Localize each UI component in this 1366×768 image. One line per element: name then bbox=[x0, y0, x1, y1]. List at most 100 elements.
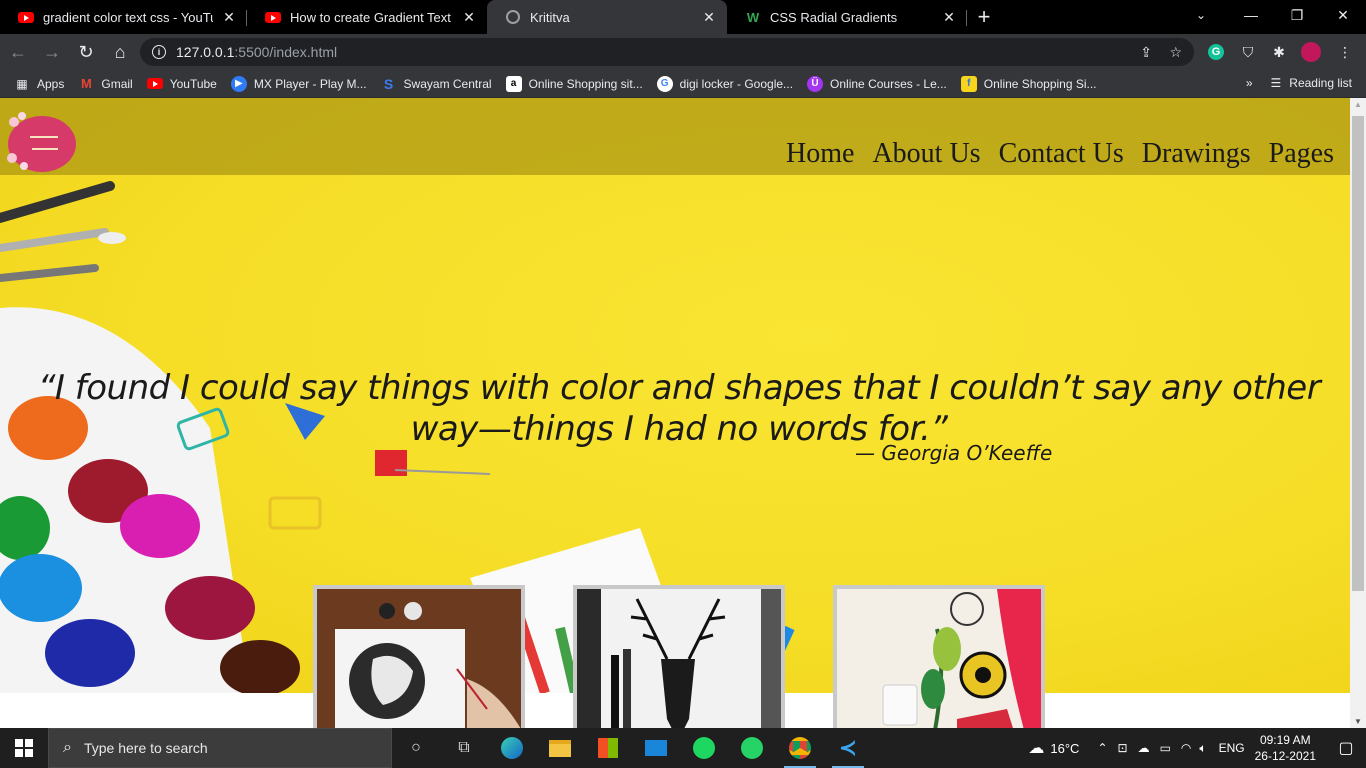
mx-player-icon: ▶ bbox=[230, 75, 247, 92]
shield-extension-icon[interactable]: ⛉ bbox=[1238, 42, 1258, 62]
drawing-card-hanuman[interactable] bbox=[313, 585, 525, 728]
meet-now-icon[interactable]: ⊡ bbox=[1118, 741, 1128, 755]
tab-search-icon[interactable]: ⌄ bbox=[1184, 0, 1218, 30]
bookmark-mx-player[interactable]: ▶ MX Player - Play M... bbox=[230, 75, 367, 92]
reading-list-label[interactable]: Reading list bbox=[1289, 76, 1352, 90]
notification-center-icon[interactable]: ▢ bbox=[1326, 738, 1366, 758]
url-text[interactable]: 127.0.0.1:5500/index.html bbox=[176, 44, 337, 60]
drawing-card-deer[interactable] bbox=[573, 585, 785, 728]
bookmark-apps[interactable]: ▦ Apps bbox=[14, 76, 64, 92]
maximize-button[interactable]: ❐ bbox=[1274, 0, 1320, 30]
tab-title: CSS Radial Gradients bbox=[770, 9, 898, 25]
w3schools-icon: W bbox=[746, 9, 760, 25]
youtube-icon bbox=[265, 9, 281, 25]
bookmark-gmail[interactable]: M Gmail bbox=[78, 76, 133, 92]
gmail-icon: M bbox=[80, 76, 92, 91]
chrome-icon[interactable] bbox=[776, 728, 824, 768]
bookmark-amazon[interactable]: a Online Shopping sit... bbox=[505, 75, 643, 92]
more-bookmarks-icon[interactable]: » bbox=[1246, 76, 1253, 90]
nav-contact-us[interactable]: Contact Us bbox=[999, 138, 1124, 170]
nav-home[interactable]: Home bbox=[786, 138, 854, 170]
task-view-icon[interactable]: ⧉ bbox=[440, 728, 488, 768]
home-button[interactable]: ⌂ bbox=[104, 36, 136, 68]
close-tab-icon[interactable]: ✕ bbox=[461, 9, 477, 25]
share-icon[interactable]: ⇪ bbox=[1140, 44, 1152, 61]
reload-button[interactable]: ↻ bbox=[70, 36, 102, 68]
close-tab-icon[interactable]: ✕ bbox=[701, 9, 717, 25]
nav-pages[interactable]: Pages bbox=[1269, 138, 1334, 170]
weather-temperature[interactable]: 16°C bbox=[1050, 741, 1079, 756]
wifi-icon[interactable]: ◠ bbox=[1181, 741, 1191, 755]
taskbar-search[interactable]: ⌕ Type here to search bbox=[48, 728, 392, 768]
krititva-logo[interactable] bbox=[4, 108, 76, 174]
bookmark-udemy[interactable]: Ü Online Courses - Le... bbox=[807, 75, 947, 92]
windows-taskbar: ⌕ Type here to search ○ ⧉ ≺ ☁ 16°C ⌃ ⊡ ☁… bbox=[0, 728, 1366, 768]
vscode-icon[interactable]: ≺ bbox=[824, 728, 872, 768]
udemy-icon: Ü bbox=[807, 75, 824, 92]
close-window-button[interactable]: ✕ bbox=[1320, 0, 1366, 30]
scroll-down-arrow-icon[interactable]: ▼ bbox=[1354, 717, 1362, 726]
close-tab-icon[interactable]: ✕ bbox=[941, 9, 957, 25]
bookmark-swayam[interactable]: S Swayam Central bbox=[381, 76, 492, 92]
globe-icon bbox=[505, 9, 521, 25]
clock-time: 09:19 AM bbox=[1259, 733, 1311, 747]
nav-drawings[interactable]: Drawings bbox=[1142, 138, 1251, 170]
profile-avatar[interactable] bbox=[1301, 42, 1321, 62]
youtube-icon bbox=[146, 76, 163, 92]
tab-strip: gradient color text css - YouTube ✕ How … bbox=[0, 0, 1366, 34]
volume-icon[interactable]: 🔈︎ bbox=[1199, 741, 1206, 756]
window-controls: — ❐ ✕ bbox=[1228, 0, 1366, 30]
whatsapp-icon[interactable] bbox=[728, 728, 776, 768]
bookmark-digilocker[interactable]: Gdigi locker - Google... bbox=[656, 75, 793, 92]
edge-icon[interactable] bbox=[488, 728, 536, 768]
close-tab-icon[interactable]: ✕ bbox=[221, 9, 237, 25]
language-indicator[interactable]: ENG bbox=[1219, 741, 1245, 755]
swayam-icon: S bbox=[383, 75, 394, 92]
file-explorer-icon[interactable] bbox=[536, 728, 584, 768]
mail-icon[interactable] bbox=[632, 728, 680, 768]
grammarly-icon[interactable]: G bbox=[1206, 42, 1226, 62]
address-bar[interactable]: i 127.0.0.1:5500/index.html ⇪ ☆ bbox=[140, 38, 1194, 66]
bookmark-star-icon[interactable]: ☆ bbox=[1169, 44, 1182, 61]
microsoft-store-icon[interactable] bbox=[584, 728, 632, 768]
quote-author: — Georgia O’Keeffe bbox=[855, 441, 1053, 465]
nav-about-us[interactable]: About Us bbox=[872, 138, 980, 170]
windows-logo-icon bbox=[15, 739, 33, 757]
tab-title: Krititva bbox=[530, 9, 570, 25]
mandala-drawing-image bbox=[837, 589, 1041, 728]
tab-css-radial[interactable]: W CSS Radial Gradients ✕ bbox=[727, 0, 967, 34]
tab-title: gradient color text css - YouTube bbox=[43, 9, 213, 25]
minimize-button[interactable]: — bbox=[1228, 0, 1274, 30]
scroll-up-arrow-icon[interactable]: ▲ bbox=[1354, 100, 1362, 109]
bookmark-flipkart[interactable]: f Online Shopping Si... bbox=[960, 75, 1097, 92]
show-hidden-icons-icon[interactable]: ⌃ bbox=[1097, 741, 1107, 755]
forward-button[interactable]: → bbox=[36, 36, 68, 68]
battery-icon[interactable]: ▭ bbox=[1160, 741, 1171, 755]
site-info-icon[interactable]: i bbox=[152, 45, 166, 59]
scrollbar-thumb[interactable] bbox=[1352, 116, 1364, 591]
search-icon: ⌕ bbox=[63, 739, 72, 756]
back-button[interactable]: ← bbox=[2, 36, 34, 68]
tab-youtube-gradient[interactable]: gradient color text css - YouTube ✕ bbox=[0, 0, 247, 34]
site-header: Home About Us Contact Us Drawings Pages bbox=[0, 98, 1350, 175]
bookmark-youtube[interactable]: YouTube bbox=[146, 76, 217, 92]
cortana-icon[interactable]: ○ bbox=[392, 728, 440, 768]
reading-list-icon[interactable]: ☰ bbox=[1271, 76, 1282, 90]
browser-toolbar: ← → ↻ ⌂ i 127.0.0.1:5500/index.html ⇪ ☆ … bbox=[0, 34, 1366, 70]
page-scrollbar[interactable]: ▲ ▼ bbox=[1350, 98, 1366, 728]
weather-cloud-icon[interactable]: ☁ bbox=[1028, 738, 1044, 758]
clock[interactable]: 09:19 AM 26-12-2021 bbox=[1255, 732, 1316, 764]
new-tab-button[interactable]: + bbox=[967, 0, 1001, 34]
tab-title: How to create Gradient Text usin bbox=[290, 9, 453, 25]
clock-date: 26-12-2021 bbox=[1254, 749, 1316, 763]
drawing-card-mandala[interactable] bbox=[833, 585, 1045, 728]
start-button[interactable] bbox=[0, 728, 48, 768]
onedrive-icon[interactable]: ☁ bbox=[1138, 741, 1150, 755]
hero-quote: “I found I could say things with color a… bbox=[37, 368, 1321, 449]
tab-krititva[interactable]: Krititva ✕ bbox=[487, 0, 727, 34]
tab-how-to-gradient[interactable]: How to create Gradient Text usin ✕ bbox=[247, 0, 487, 34]
youtube-icon bbox=[18, 9, 34, 25]
menu-kebab-icon[interactable]: ⋮ bbox=[1335, 42, 1355, 62]
spotify-icon[interactable] bbox=[680, 728, 728, 768]
extensions-puzzle-icon[interactable]: ✱ bbox=[1269, 42, 1289, 62]
